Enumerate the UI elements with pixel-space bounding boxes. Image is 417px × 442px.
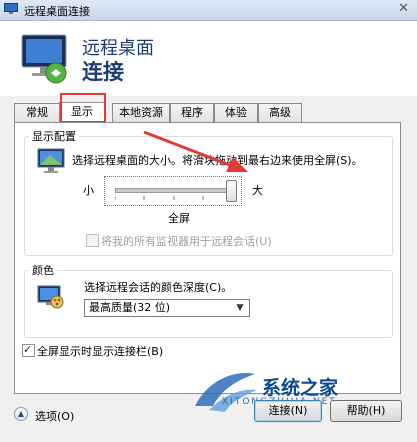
connection-bar-label: 全屏显示时显示连接栏(B) <box>37 345 164 358</box>
remote-desktop-logo-icon <box>21 34 67 84</box>
tab-experience[interactable]: 体验 <box>214 103 258 122</box>
connect-button[interactable]: 连接(N) <box>254 400 322 422</box>
tab-programs[interactable]: 程序 <box>170 103 214 122</box>
multimon-checkbox-label: 将我的所有监视器用于远程会话(U) <box>101 235 272 248</box>
chevron-up-icon: ▲ <box>14 407 28 421</box>
slider-max-label: 大 <box>252 184 263 197</box>
dialog-header: 远程桌面 连接 <box>0 21 417 96</box>
tab-general[interactable]: 常规 <box>14 103 60 122</box>
colors-description: 选择远程会话的颜色深度(C)。 <box>84 281 233 294</box>
tab-advanced[interactable]: 高级 <box>258 103 302 122</box>
color-depth-value: 最高质量(32 位) <box>89 301 171 314</box>
color-depth-icon <box>37 285 64 309</box>
annotation-highlight-box <box>60 93 106 123</box>
options-label: 选项(O) <box>35 410 75 423</box>
slider-ticks <box>115 196 233 200</box>
window-title: 远程桌面连接 <box>24 5 90 18</box>
slider-track <box>115 188 233 193</box>
remote-desktop-icon <box>4 3 18 14</box>
close-icon[interactable]: ✕ <box>398 1 409 16</box>
slider-min-label: 小 <box>83 184 94 197</box>
title-bar: 远程桌面连接 ✕ <box>0 0 417 21</box>
color-depth-select[interactable]: 最高质量(32 位) ▼ <box>84 299 250 317</box>
chevron-down-icon: ▼ <box>236 303 244 313</box>
display-config-legend: 显示配置 <box>32 130 76 143</box>
slider-thumb[interactable] <box>226 180 237 202</box>
watermark-text: 系统之家 <box>262 377 339 399</box>
slider-value-label: 全屏 <box>168 212 190 225</box>
monitor-icon <box>37 148 65 173</box>
multimon-checkbox[interactable] <box>86 234 99 247</box>
tab-local-resources[interactable]: 本地资源 <box>112 103 170 122</box>
options-toggle[interactable]: ▲ 选项(O) <box>14 406 84 424</box>
annotation-arrow <box>143 130 248 172</box>
help-button[interactable]: 帮助(H) <box>330 400 402 422</box>
connection-bar-checkbox[interactable] <box>22 343 35 357</box>
display-size-slider[interactable] <box>104 176 242 206</box>
colors-legend: 颜色 <box>32 264 54 277</box>
header-title-line2: 连接 <box>82 60 124 84</box>
